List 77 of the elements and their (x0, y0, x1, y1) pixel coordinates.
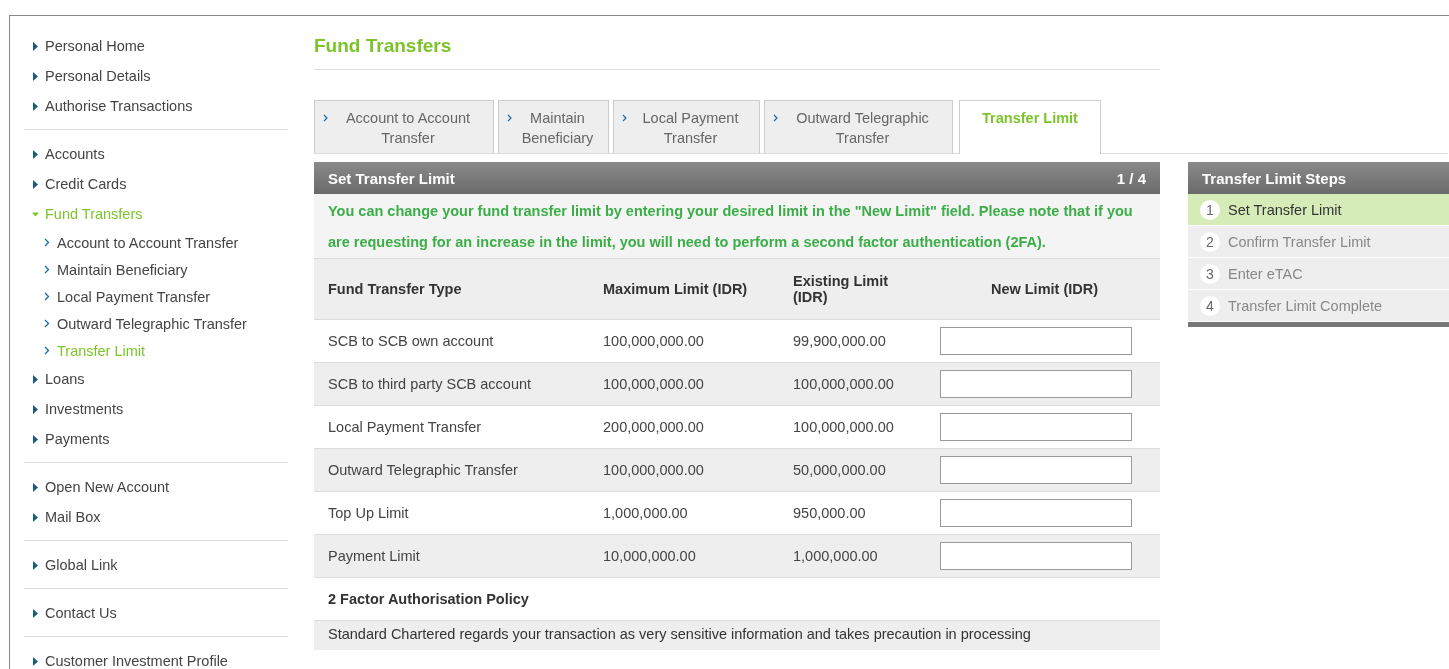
step-number: 2 (1200, 231, 1220, 252)
column-header: Maximum Limit (IDR) (589, 259, 779, 320)
step-number: 3 (1200, 263, 1220, 284)
sidebar-item[interactable]: Loans (24, 364, 288, 394)
tab[interactable]: Maintain Beneficiary (498, 100, 609, 153)
chevron-right-icon (44, 238, 50, 247)
input-field[interactable] (940, 370, 1132, 398)
table-cell: 100,000,000.00 (779, 362, 929, 406)
chevron-right-icon (622, 114, 627, 122)
sidebar-subitem[interactable]: Maintain Beneficiary (24, 256, 288, 283)
sidebar-item[interactable]: Customer Investment Profile (24, 646, 288, 669)
sidebar-item[interactable]: Open New Account (24, 472, 288, 502)
step-counter: 1 / 4 (1116, 169, 1146, 187)
input-field[interactable] (940, 456, 1132, 484)
step-label: Confirm Transfer Limit (1228, 233, 1371, 250)
caret-right-icon (32, 608, 39, 618)
caret-right-icon (32, 560, 39, 570)
steps-header: Transfer Limit Steps (1188, 162, 1449, 194)
notice-text: You can change your fund transfer limit by entering your desired limit in the "New Limit" field. Please note that if you are requesting for an increase in the limit, you will need to perform a second factor authentication (2FA). (314, 194, 1160, 259)
chevron-right-icon (323, 114, 328, 122)
column-header: Fund Transfer Type (314, 259, 589, 320)
policy-text: Standard Chartered regards your transaction as very sensitive information and takes precaution in processing (314, 621, 1160, 650)
table-cell: 10,000,000.00 (589, 534, 779, 577)
chevron-right-icon (44, 346, 50, 355)
table-cell: 50,000,000.00 (779, 448, 929, 492)
sidebar-item[interactable]: Investments (24, 394, 288, 424)
caret-right-icon (32, 71, 39, 81)
sidebar-item[interactable]: Global Link (24, 550, 288, 580)
table-cell: SCB to third party SCB account (314, 362, 589, 406)
caret-right-icon (32, 482, 39, 492)
chevron-right-icon (44, 319, 50, 328)
table-cell: Payment Limit (314, 534, 589, 577)
tab[interactable]: Outward Telegraphic Transfer (764, 100, 953, 153)
panel-title: Set Transfer Limit (328, 169, 455, 187)
sidebar-subitem[interactable]: Local Payment Transfer (24, 283, 288, 310)
sidebar-subitem[interactable]: Account to Account Transfer (24, 229, 288, 256)
sidebar-item[interactable]: Accounts (24, 139, 288, 169)
table-cell: 1,000,000.00 (779, 534, 929, 577)
sidebar-subitem[interactable]: Outward Telegraphic Transfer (24, 310, 288, 337)
input-field[interactable] (940, 413, 1132, 441)
step-label: Enter eTAC (1228, 265, 1303, 282)
sidebar-item[interactable]: Mail Box (24, 502, 288, 532)
sidebar-item[interactable]: Contact Us (24, 598, 288, 628)
caret-right-icon (32, 434, 39, 444)
step-label: Set Transfer Limit (1228, 201, 1342, 218)
page-title: Fund Transfers (314, 16, 1160, 70)
input-field[interactable] (940, 327, 1132, 355)
caret-right-icon (32, 149, 39, 159)
chevron-right-icon (773, 114, 778, 122)
caret-right-icon (32, 41, 39, 51)
chevron-right-icon (44, 292, 50, 301)
step-label: Transfer Limit Complete (1228, 297, 1383, 314)
input-field[interactable] (940, 542, 1132, 570)
tab[interactable]: Local Payment Transfer (613, 100, 760, 153)
section-title: 2 Factor Authorisation Policy (314, 577, 1160, 621)
caret-right-icon (32, 512, 39, 522)
table-cell: Outward Telegraphic Transfer (314, 448, 589, 492)
sidebar-item[interactable]: Personal Home (24, 31, 288, 61)
table-cell: 100,000,000.00 (589, 448, 779, 492)
sidebar-item[interactable]: Personal Details (24, 61, 288, 91)
sidebar-item[interactable]: Authorise Transactions (24, 91, 288, 121)
chevron-right-icon (44, 265, 50, 274)
caret-right-icon (32, 374, 39, 384)
tab[interactable]: Account to Account Transfer (314, 100, 494, 153)
caret-right-icon (32, 656, 39, 666)
column-header: Existing Limit (IDR) (779, 259, 929, 320)
step-number: 4 (1200, 295, 1220, 316)
chevron-right-icon (507, 114, 512, 122)
caret-right-icon (32, 101, 39, 111)
sidebar-item[interactable]: Credit Cards (24, 169, 288, 199)
column-header: New Limit (IDR) (929, 259, 1160, 320)
caret-right-icon (32, 404, 39, 414)
caret-right-icon (32, 179, 39, 189)
step-number: 1 (1200, 199, 1220, 220)
input-field[interactable] (940, 499, 1132, 527)
table-cell: 100,000,000.00 (589, 362, 779, 406)
sidebar-item[interactable]: Payments (24, 424, 288, 454)
